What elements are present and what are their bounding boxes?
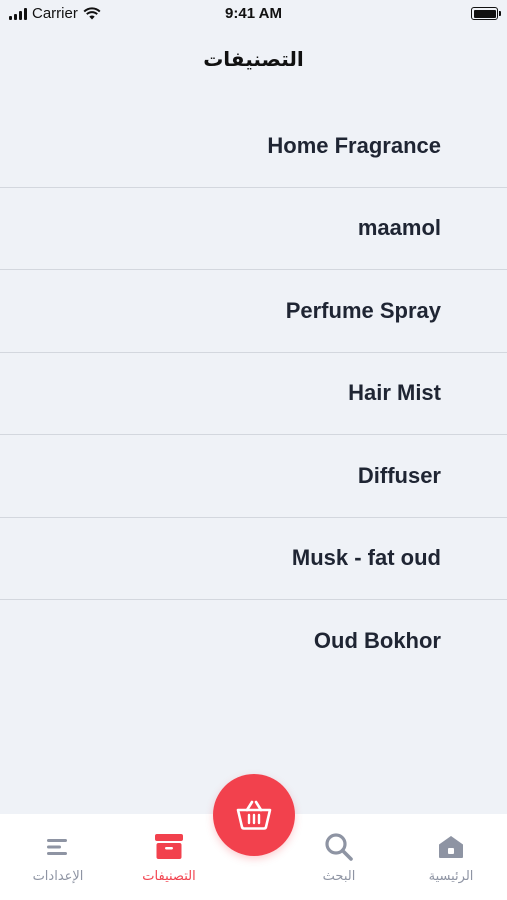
tab-search-label: البحث	[322, 868, 356, 883]
basket-icon	[236, 800, 272, 830]
category-row[interactable]: Hair Mist	[0, 353, 507, 435]
tab-categories[interactable]: التصنيفات	[114, 814, 224, 900]
tab-settings[interactable]: الإعدادات	[3, 814, 113, 900]
tab-settings-label: الإعدادات	[32, 868, 84, 883]
menu-icon	[47, 830, 69, 864]
category-row[interactable]: Diffuser	[0, 435, 507, 518]
tab-categories-label: التصنيفات	[142, 868, 196, 883]
search-icon	[324, 830, 354, 864]
tab-search[interactable]: البحث	[284, 814, 394, 900]
cart-button[interactable]	[213, 774, 295, 856]
battery-icon	[471, 7, 501, 20]
category-row[interactable]: Home Fragrance	[0, 105, 507, 188]
page-title: التصنيفات	[203, 49, 304, 71]
status-bar: Carrier 9:41 AM	[0, 0, 507, 28]
category-row[interactable]: Perfume Spray	[0, 270, 507, 353]
category-row[interactable]: Musk - fat oud	[0, 518, 507, 600]
category-row[interactable]: maamol	[0, 188, 507, 270]
archive-icon	[155, 830, 183, 864]
tab-home[interactable]: الرئيسية	[396, 814, 506, 900]
home-icon	[438, 830, 464, 864]
status-time: 9:41 AM	[225, 5, 282, 22]
category-row[interactable]: Oud Bokhor	[0, 600, 507, 683]
category-list: Home Fragrance maamol Perfume Spray Hair…	[0, 105, 507, 683]
tab-home-label: الرئيسية	[428, 868, 474, 883]
